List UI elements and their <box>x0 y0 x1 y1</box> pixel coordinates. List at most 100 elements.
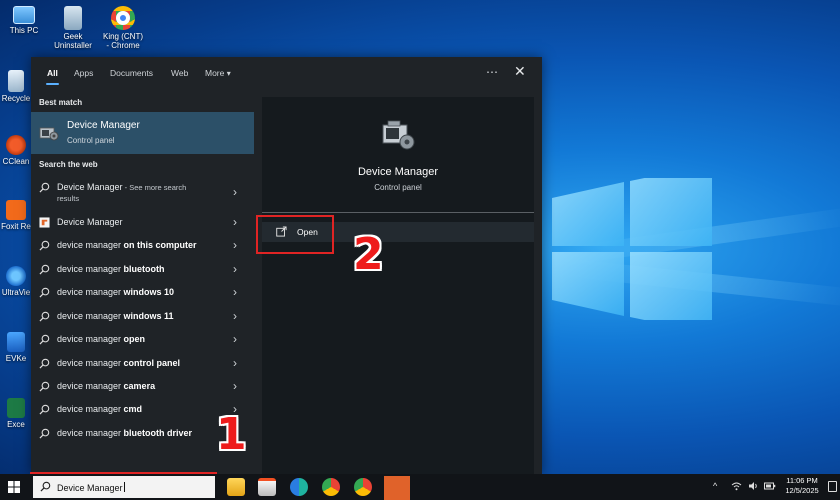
chevron-down-icon: ▾ <box>226 69 231 78</box>
foxit-reader-icon <box>6 200 26 220</box>
battery-glyph-icon <box>764 482 776 490</box>
step-1-number: 1 <box>216 409 247 460</box>
web-result-item[interactable]: Device Manager - See more search results… <box>31 177 254 209</box>
desktop-icon-excel[interactable]: Exce <box>0 398 32 429</box>
close-icon[interactable]: ✕ <box>514 63 526 80</box>
web-result-item[interactable]: device manager windows 11 › <box>31 306 254 328</box>
desktop-icon-label: EVKe <box>5 354 27 363</box>
network-icon[interactable] <box>731 481 742 493</box>
text-caret <box>123 482 125 492</box>
desktop-icon-label: This PC <box>9 26 39 35</box>
active-tab-indicator <box>46 83 59 85</box>
web-result-bold: windows 10 <box>123 287 175 297</box>
tab-more-label: More <box>205 68 225 78</box>
best-match-result[interactable]: Device Manager Control panel <box>31 112 254 154</box>
desktop-icon-label: CClean <box>2 157 30 166</box>
desktop-icon-label: Foxit Re <box>1 222 31 231</box>
windows-start-icon[interactable] <box>8 481 20 493</box>
desktop-icon-geek-uninstaller[interactable]: Geek Uninstaller <box>52 6 94 50</box>
clock-time: 11:06 PM <box>786 476 818 485</box>
web-result-text: device manager <box>57 311 124 321</box>
taskbar-search-input[interactable]: Device Manager <box>33 476 215 498</box>
tab-all[interactable]: All <box>47 68 58 78</box>
volume-icon[interactable] <box>748 481 759 493</box>
web-result-text: device manager <box>57 381 124 391</box>
chevron-right-icon: › <box>233 215 237 229</box>
chrome-profile-icon[interactable] <box>354 478 372 496</box>
desktop-icon-recycle-bin[interactable]: Recycle <box>0 70 32 103</box>
active-app-icon[interactable] <box>384 476 410 500</box>
step-2-number: 2 <box>353 229 384 280</box>
search-web-heading: Search the web <box>39 160 98 169</box>
web-app-icon <box>39 217 50 228</box>
best-match-heading: Best match <box>39 98 83 107</box>
web-result-bold: on this computer <box>123 240 197 250</box>
web-result-item[interactable]: device manager control panel › <box>31 353 254 375</box>
desktop-icon-label: Exce <box>7 420 25 429</box>
web-result-bold: camera <box>123 381 156 391</box>
recycle-bin-icon <box>8 70 24 92</box>
search-flyout: All Apps Documents Web More ▾ ⋯ ✕ Best m… <box>31 57 542 474</box>
web-result-item[interactable]: device manager bluetooth › <box>31 259 254 281</box>
chevron-right-icon: › <box>233 332 237 346</box>
best-match-subtitle: Control panel <box>67 136 115 145</box>
geek-uninstaller-icon <box>64 6 82 30</box>
system-clock[interactable]: 11:06 PM 12/5/2025 <box>780 476 824 496</box>
tab-apps[interactable]: Apps <box>74 68 93 78</box>
chevron-right-icon: › <box>233 238 237 252</box>
web-result-text: device manager <box>57 240 124 250</box>
windows-logo-wallpaper <box>552 178 712 320</box>
tab-web[interactable]: Web <box>171 68 188 78</box>
web-result-text: device manager <box>57 404 124 414</box>
web-result-item[interactable]: device manager camera › <box>31 376 254 398</box>
web-result-bold: bluetooth <box>123 264 165 274</box>
web-result-item[interactable]: device manager on this computer › <box>31 235 254 257</box>
ultraviewer-icon <box>6 266 26 286</box>
web-result-bold: cmd <box>123 404 143 414</box>
web-result-item[interactable]: device manager open › <box>31 329 254 351</box>
chevron-right-icon: › <box>233 185 237 199</box>
tab-more[interactable]: More ▾ <box>205 68 231 78</box>
web-result-extra-line: results <box>57 194 80 203</box>
chrome-taskbar-icon[interactable] <box>322 478 340 496</box>
device-manager-icon <box>39 127 59 141</box>
search-icon <box>39 240 50 251</box>
excel-icon <box>7 398 25 418</box>
desktop-icon-label: Geek Uninstaller <box>54 32 92 50</box>
microsoft-store-icon[interactable] <box>258 478 276 496</box>
desktop-icon-ultraviewer[interactable]: UltraVie <box>0 266 32 297</box>
edge-icon[interactable] <box>290 478 308 496</box>
desktop-icon-evkey[interactable]: EVKe <box>0 332 32 363</box>
show-hidden-icons-icon[interactable]: ^ <box>713 481 717 491</box>
clock-date: 12/5/2025 <box>785 486 819 495</box>
file-explorer-icon[interactable] <box>227 478 245 496</box>
chevron-right-icon: › <box>233 379 237 393</box>
battery-icon[interactable] <box>764 481 776 493</box>
web-result-text: device manager <box>57 358 124 368</box>
desktop-icon-ccleaner[interactable]: CClean <box>0 135 32 166</box>
step-2-highlight <box>256 215 334 254</box>
detail-subtitle: Control panel <box>374 183 422 192</box>
more-options-icon[interactable]: ⋯ <box>486 65 498 79</box>
desktop-icon-label: Recycle <box>1 94 31 103</box>
web-result-bold: windows 11 <box>123 311 174 321</box>
web-result-item[interactable]: Device Manager › <box>31 212 254 234</box>
chevron-right-icon: › <box>233 309 237 323</box>
search-icon <box>39 428 50 439</box>
desktop-icon-chrome[interactable]: King (CNT) - Chrome <box>101 6 145 50</box>
ccleaner-icon <box>6 135 26 155</box>
desktop-icon-foxit[interactable]: Foxit Re <box>0 200 32 231</box>
network-wifi-icon <box>731 482 742 491</box>
desktop-icon-this-pc[interactable]: This PC <box>3 6 45 35</box>
notification-center-icon[interactable] <box>828 481 837 492</box>
tab-documents[interactable]: Documents <box>110 68 153 78</box>
detail-divider <box>262 212 534 213</box>
web-result-text: device manager <box>57 264 124 274</box>
search-tabs-bar: All Apps Documents Web More ▾ ⋯ ✕ <box>31 57 542 91</box>
web-result-bold: open <box>123 334 146 344</box>
speaker-icon <box>749 482 757 490</box>
web-result-bold: control panel <box>123 358 181 368</box>
taskbar: Device Manager ^ 11:06 PM 12/5/2025 <box>0 474 840 500</box>
web-result-item[interactable]: device manager windows 10 › <box>31 282 254 304</box>
chevron-right-icon: › <box>233 356 237 370</box>
